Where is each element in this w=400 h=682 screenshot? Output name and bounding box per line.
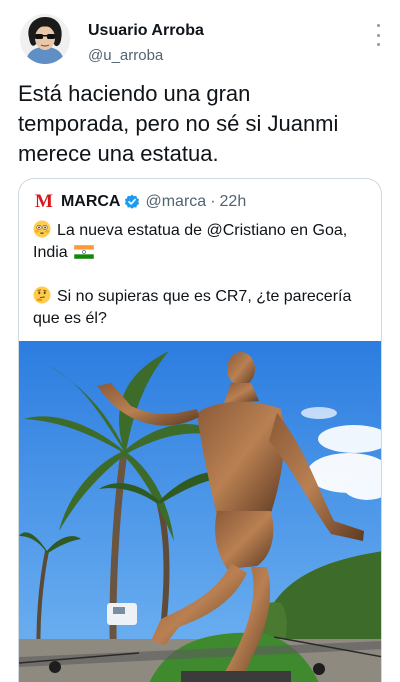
- quoted-text: que es él?: [33, 310, 107, 327]
- quoted-author-name[interactable]: MARCA: [61, 193, 121, 211]
- tweet-text: Está haciendo una gran temporada, pero n…: [18, 81, 339, 166]
- verified-badge-icon: [125, 194, 140, 209]
- quoted-text-line-1: La nueva estatua de @Cristiano en Goa,: [33, 220, 347, 242]
- quoted-author-handle[interactable]: @marca: [145, 193, 206, 211]
- thinking-face-icon: [33, 286, 51, 304]
- more-options-icon[interactable]: [368, 24, 388, 46]
- flushed-face-icon: [33, 220, 51, 238]
- marca-logo-icon: M: [35, 191, 53, 212]
- quoted-timestamp[interactable]: 22h: [220, 193, 247, 211]
- avatar[interactable]: [20, 14, 70, 64]
- tweet: Usuario Arroba @u_arroba Está haciendo u…: [0, 0, 400, 682]
- quoted-text-line-4: que es él?: [33, 308, 107, 330]
- quoted-tweet-header: M MARCA @marca · 22h: [35, 191, 246, 213]
- author-handle[interactable]: @u_arroba: [88, 47, 163, 64]
- separator-dot: ·: [210, 193, 216, 210]
- india-flag-icon: [73, 245, 94, 259]
- quoted-text: La nueva estatua de @Cristiano en Goa,: [57, 222, 348, 239]
- author-name[interactable]: Usuario Arroba: [88, 22, 204, 40]
- quoted-text: Si no supieras que es CR7, ¿te parecería: [57, 288, 352, 305]
- quoted-text-line-3: Si no supieras que es CR7, ¿te parecería: [33, 286, 351, 308]
- quoted-tweet-card[interactable]: M MARCA @marca · 22h La nueva estatua de…: [18, 178, 382, 682]
- quoted-text-line-2: India: [33, 242, 94, 264]
- quoted-text-country: India: [33, 244, 68, 261]
- statue-photo[interactable]: [19, 341, 382, 682]
